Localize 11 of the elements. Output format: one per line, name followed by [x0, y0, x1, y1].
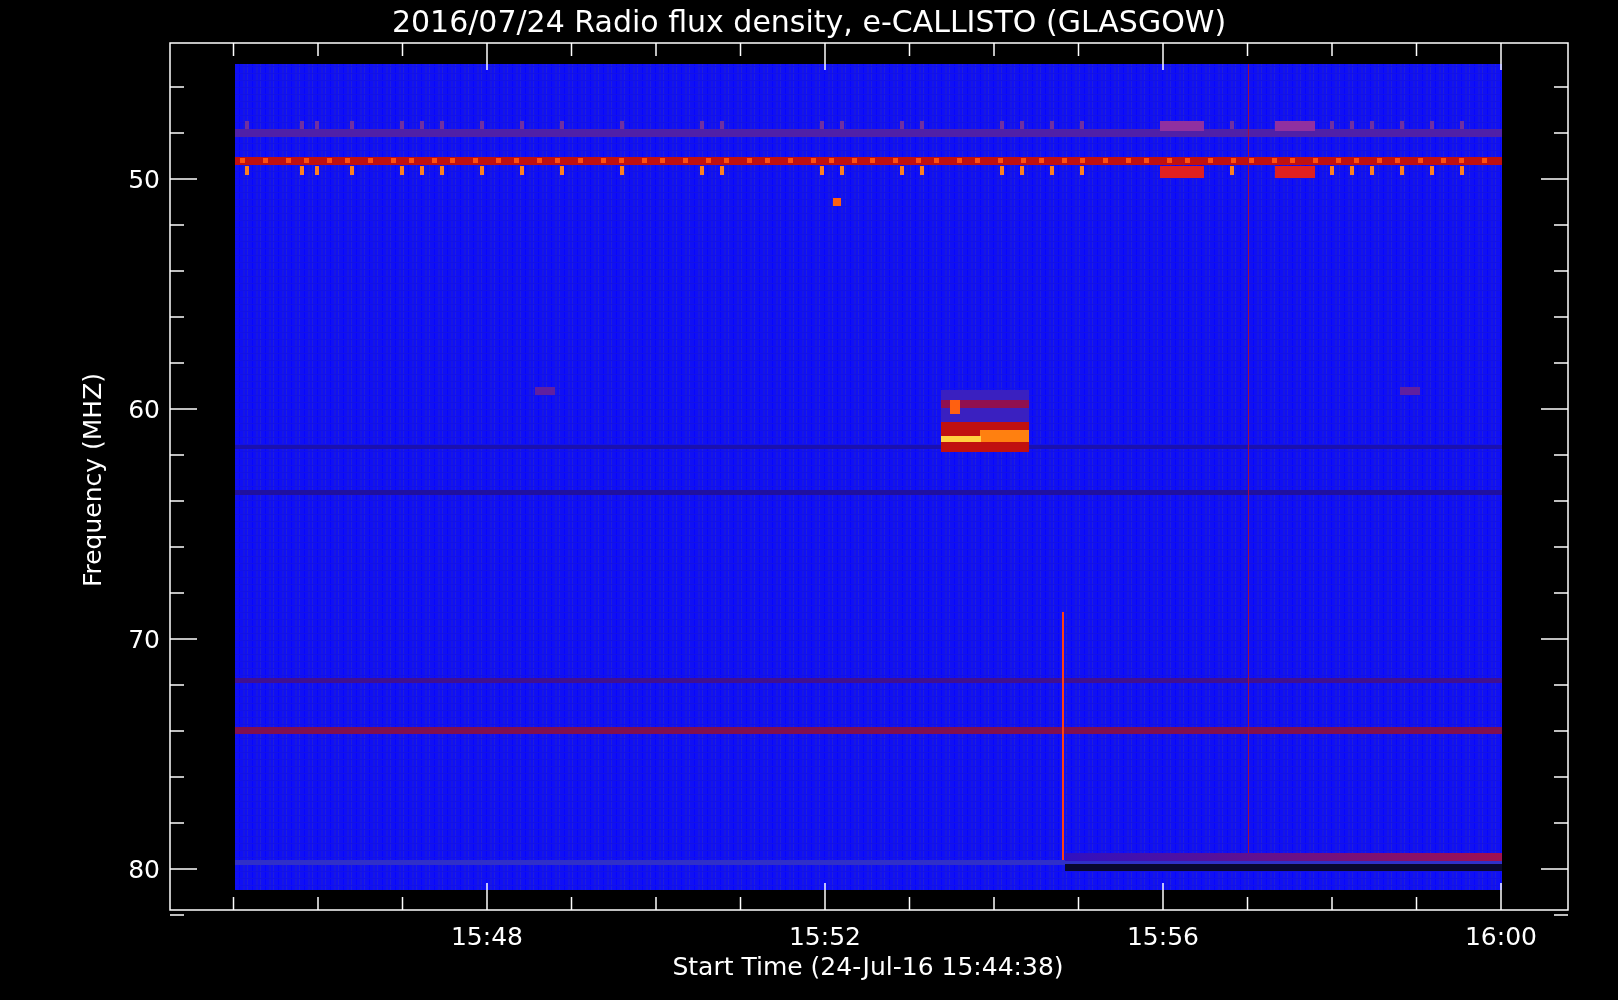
y-tick-label: 60: [128, 395, 160, 424]
y-tick-label: 80: [128, 855, 160, 884]
y-tick-label: 50: [128, 165, 160, 194]
x-tick-label: 15:56: [1127, 922, 1199, 951]
y-tick-label: 70: [128, 625, 160, 654]
x-tick-label: 15:52: [789, 922, 861, 951]
y-axis-label: Frequency (MHZ): [78, 372, 107, 588]
x-tick-label: 16:00: [1465, 922, 1537, 951]
x-tick-label: 15:48: [451, 922, 523, 951]
chart-title: 2016/07/24 Radio flux density, e-CALLISTO (GLASGOW): [391, 4, 1227, 39]
x-axis-label: Start Time (24-Jul-16 15:44:38): [672, 952, 1064, 981]
